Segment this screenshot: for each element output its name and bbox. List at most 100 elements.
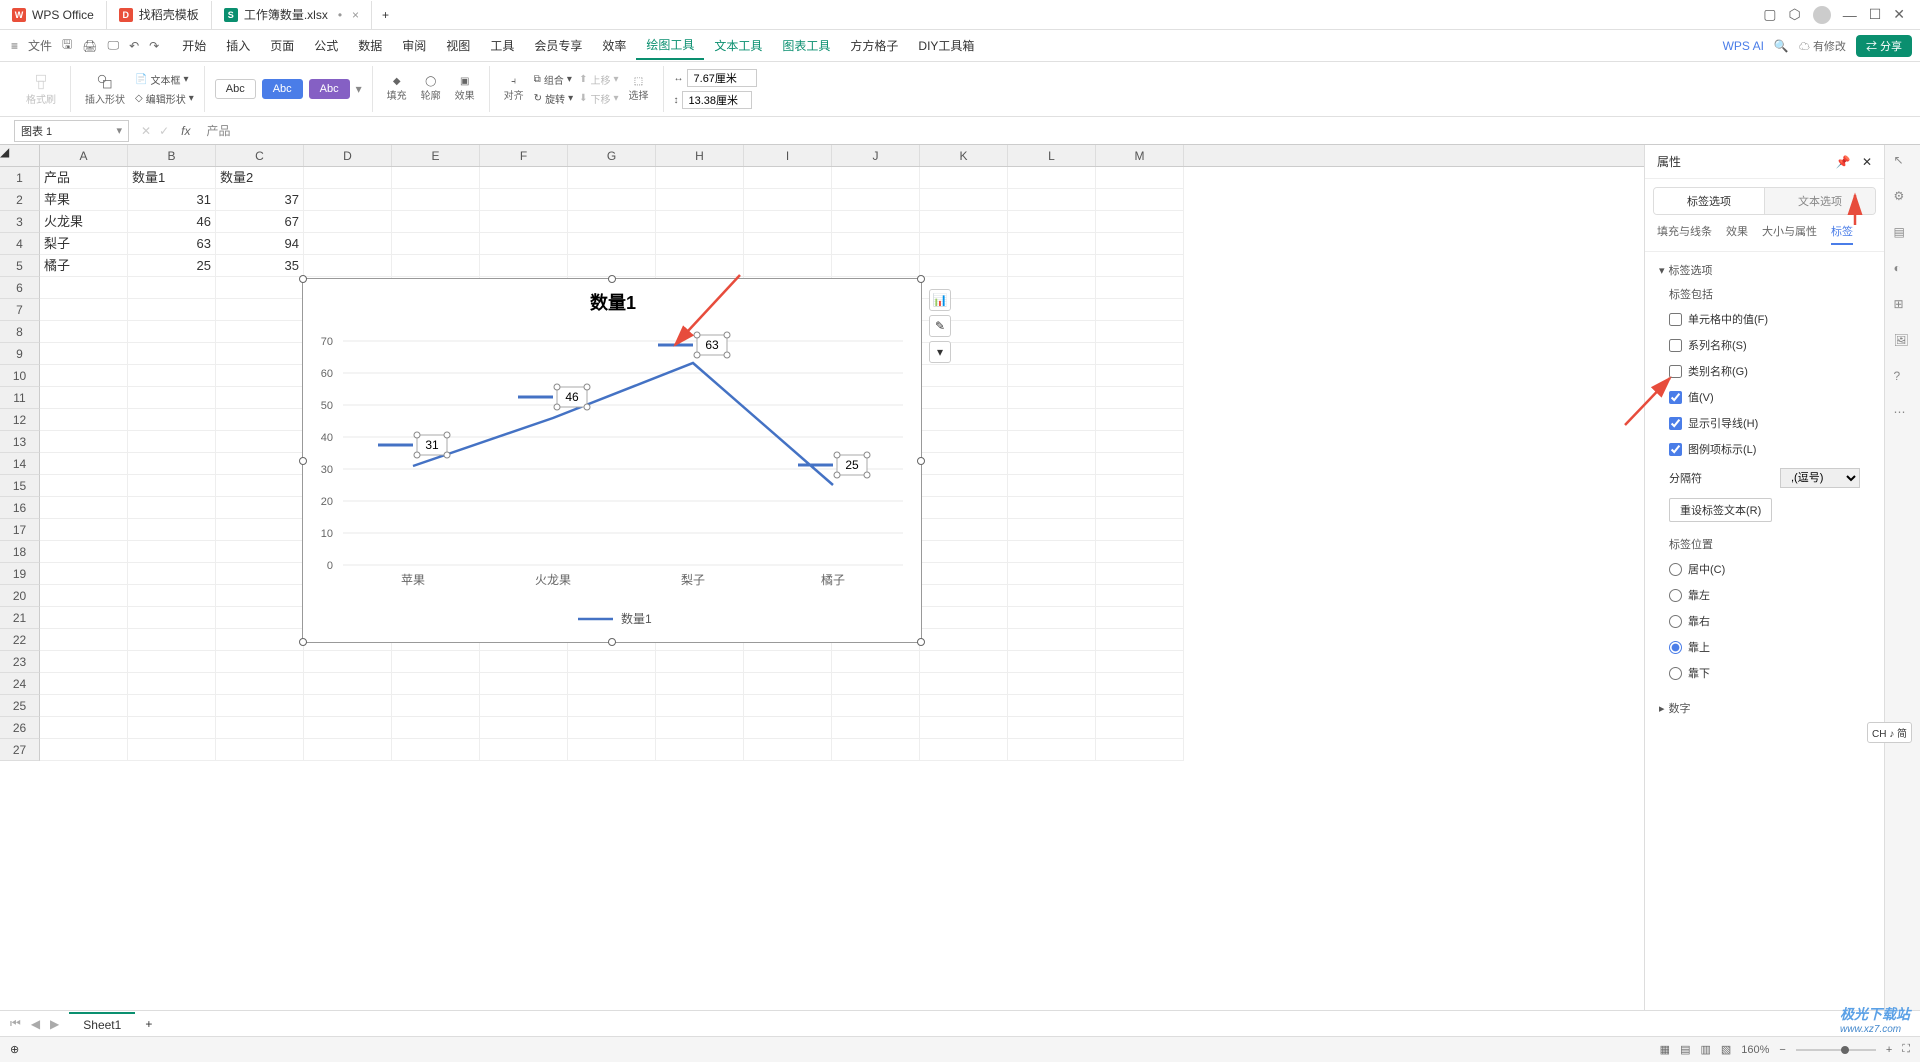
cell[interactable]: [128, 409, 216, 431]
props-tab-text[interactable]: 文本选项: [1765, 188, 1875, 214]
col-header[interactable]: D: [304, 145, 392, 166]
cell[interactable]: [744, 255, 832, 277]
row-header[interactable]: 22: [0, 629, 40, 651]
cell[interactable]: [128, 651, 216, 673]
cell[interactable]: [1008, 739, 1096, 761]
cell[interactable]: [1008, 321, 1096, 343]
cell[interactable]: 31: [128, 189, 216, 211]
cell[interactable]: [128, 365, 216, 387]
cell[interactable]: [744, 167, 832, 189]
cancel-icon[interactable]: ✕: [137, 124, 155, 138]
cell[interactable]: [920, 211, 1008, 233]
radio-left[interactable]: 靠左: [1659, 582, 1870, 608]
print-icon[interactable]: 🖨: [79, 36, 100, 56]
subtab-fill[interactable]: 填充与线条: [1657, 223, 1712, 245]
row-header[interactable]: 17: [0, 519, 40, 541]
cell[interactable]: [568, 717, 656, 739]
cell[interactable]: [656, 189, 744, 211]
close-props-icon[interactable]: ✕: [1862, 155, 1872, 169]
cell[interactable]: [216, 695, 304, 717]
cell[interactable]: [392, 673, 480, 695]
cell[interactable]: [304, 211, 392, 233]
col-header[interactable]: M: [1096, 145, 1184, 166]
cell[interactable]: [128, 673, 216, 695]
fill-button[interactable]: ◆填充: [383, 74, 411, 104]
cell[interactable]: [40, 453, 128, 475]
cell[interactable]: [1096, 453, 1184, 475]
radio-right[interactable]: 靠右: [1659, 608, 1870, 634]
row-header[interactable]: 11: [0, 387, 40, 409]
layers-icon[interactable]: ▤: [1894, 225, 1912, 243]
cell[interactable]: [304, 651, 392, 673]
cell[interactable]: [832, 717, 920, 739]
section-number[interactable]: ▸ 数字: [1659, 700, 1870, 716]
menu-tools[interactable]: 工具: [480, 32, 524, 59]
col-header[interactable]: K: [920, 145, 1008, 166]
cell[interactable]: 25: [128, 255, 216, 277]
menu-chart[interactable]: 图表工具: [772, 32, 840, 59]
cell[interactable]: [392, 167, 480, 189]
cell[interactable]: [656, 695, 744, 717]
cell[interactable]: [744, 673, 832, 695]
cell[interactable]: [1008, 343, 1096, 365]
cell[interactable]: [1096, 695, 1184, 717]
redo-icon[interactable]: ↷: [146, 36, 162, 56]
cell[interactable]: [656, 211, 744, 233]
cell[interactable]: [40, 717, 128, 739]
pin-icon[interactable]: 📌: [1836, 155, 1851, 169]
cell[interactable]: [832, 695, 920, 717]
menu-insert[interactable]: 插入: [216, 32, 260, 59]
cell[interactable]: [1096, 409, 1184, 431]
cell[interactable]: [40, 695, 128, 717]
cell[interactable]: [216, 739, 304, 761]
cell[interactable]: [40, 409, 128, 431]
separator-select[interactable]: ,(逗号): [1780, 468, 1860, 488]
cell[interactable]: [1096, 211, 1184, 233]
cell[interactable]: [1008, 695, 1096, 717]
cell[interactable]: [216, 519, 304, 541]
cell[interactable]: [568, 739, 656, 761]
cell[interactable]: [40, 629, 128, 651]
cell[interactable]: [568, 651, 656, 673]
zoom-out-icon[interactable]: −: [1779, 1044, 1785, 1056]
cell[interactable]: [128, 497, 216, 519]
cell[interactable]: [392, 233, 480, 255]
cell[interactable]: [920, 431, 1008, 453]
style-abc-1[interactable]: Abc: [215, 79, 256, 99]
cell[interactable]: [832, 651, 920, 673]
cell[interactable]: [40, 651, 128, 673]
cell[interactable]: [568, 167, 656, 189]
cell[interactable]: [216, 277, 304, 299]
chart-object[interactable]: 数量1 0 10 20 30 40 50 60 70: [302, 278, 922, 643]
menu-data[interactable]: 数据: [348, 32, 392, 59]
row-header[interactable]: 19: [0, 563, 40, 585]
cell[interactable]: [1096, 277, 1184, 299]
cell[interactable]: [920, 233, 1008, 255]
cell[interactable]: [1008, 497, 1096, 519]
name-box[interactable]: 图表 1▾: [14, 120, 129, 142]
row-header[interactable]: 14: [0, 453, 40, 475]
cell[interactable]: [568, 233, 656, 255]
chart-style-icon[interactable]: ✎: [929, 315, 951, 337]
col-header[interactable]: G: [568, 145, 656, 166]
save-icon[interactable]: 🖫: [59, 32, 75, 59]
cell[interactable]: [920, 453, 1008, 475]
cell[interactable]: [920, 673, 1008, 695]
cell[interactable]: [1096, 717, 1184, 739]
cell[interactable]: [920, 739, 1008, 761]
row-header[interactable]: 2: [0, 189, 40, 211]
close-icon[interactable]: •: [338, 8, 342, 22]
cell[interactable]: [656, 673, 744, 695]
col-header[interactable]: E: [392, 145, 480, 166]
cell[interactable]: [480, 233, 568, 255]
cell[interactable]: [128, 563, 216, 585]
cell[interactable]: [128, 629, 216, 651]
menu-review[interactable]: 审阅: [392, 32, 436, 59]
undo-icon[interactable]: ↶: [126, 36, 142, 56]
row-header[interactable]: 18: [0, 541, 40, 563]
col-header[interactable]: C: [216, 145, 304, 166]
subtab-effect[interactable]: 效果: [1726, 223, 1748, 245]
cell[interactable]: 数量2: [216, 167, 304, 189]
cell[interactable]: [304, 673, 392, 695]
zoom-slider[interactable]: [1796, 1049, 1876, 1051]
